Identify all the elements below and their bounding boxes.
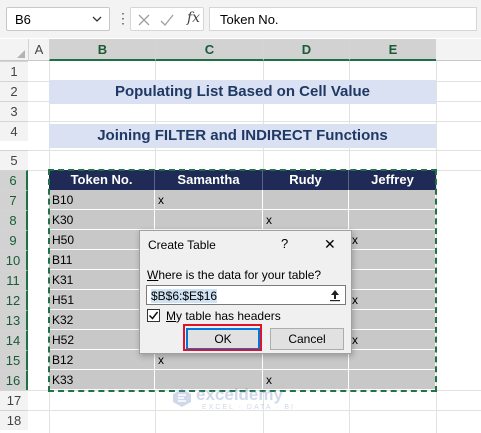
table-header-cell[interactable]: Rudy [263, 170, 349, 190]
row-header[interactable]: 10 [0, 250, 28, 270]
column-headers: A B C D E [0, 39, 481, 61]
help-button[interactable]: ? [281, 236, 288, 251]
name-box[interactable]: B6 [6, 7, 110, 31]
row-header[interactable]: 14 [0, 330, 28, 350]
cancel-button[interactable]: Cancel [270, 328, 344, 350]
headers-checkbox-label-text: y table has headers [176, 309, 281, 323]
table-header-row: Token No. Samantha Rudy Jeffrey [49, 170, 436, 190]
range-input[interactable]: $B$6:$E$16 [146, 285, 346, 305]
table-cell[interactable] [349, 250, 436, 270]
row-header[interactable]: 12 [0, 290, 28, 310]
more-options-icon[interactable]: ⋮ [116, 10, 130, 26]
table-cell[interactable]: K30 [49, 210, 155, 230]
ok-button[interactable]: OK [186, 328, 260, 350]
table-cell[interactable]: x [349, 290, 436, 310]
watermark-tagline: EXCEL · DATA · BI [202, 404, 295, 411]
row-header[interactable]: 15 [0, 350, 28, 370]
range-value: $B$6:$E$16 [151, 289, 218, 303]
column-header-c[interactable]: C [155, 39, 263, 61]
headers-checkbox-label[interactable]: My table has headers [166, 309, 281, 323]
enter-icon[interactable] [159, 11, 175, 29]
table-cell[interactable] [349, 370, 436, 390]
watermark: exceldemy EXCEL · DATA · BI [172, 384, 322, 414]
insert-function-icon[interactable]: fx [187, 10, 200, 26]
row-header[interactable]: 7 [0, 190, 28, 210]
row-header[interactable]: 5 [0, 150, 28, 170]
select-all-corner[interactable] [0, 39, 28, 61]
table-header-cell[interactable]: Samantha [155, 170, 263, 190]
subtitle-banner: Joining FILTER and INDIRECT Functions [49, 124, 436, 148]
column-header-a[interactable]: A [28, 39, 49, 61]
table-row[interactable]: K30 x [49, 210, 436, 230]
row-header[interactable]: 9 [0, 230, 28, 250]
table-cell[interactable] [349, 350, 436, 370]
table-cell[interactable]: K33 [49, 370, 155, 390]
table-cell[interactable] [155, 210, 263, 230]
row-header[interactable]: 13 [0, 310, 28, 330]
table-cell[interactable]: x [155, 190, 263, 210]
row-header[interactable]: 18 [0, 410, 28, 430]
table-header-cell[interactable]: Token No. [49, 170, 155, 190]
dialog-title: Create Table [148, 238, 216, 252]
collapse-dialog-icon[interactable] [326, 287, 344, 303]
row-header[interactable]: 11 [0, 270, 28, 290]
table-cell[interactable] [349, 210, 436, 230]
exceldemy-logo-icon [173, 389, 191, 407]
table-cell[interactable]: x [349, 230, 436, 250]
formula-input[interactable]: Token No. [209, 7, 477, 31]
table-cell[interactable]: x [263, 210, 349, 230]
table-cell[interactable] [349, 310, 436, 330]
row-header[interactable]: 17 [0, 390, 28, 410]
formula-bar: B6 ⋮ fx Token No. [0, 0, 481, 38]
formula-text: Token No. [220, 12, 279, 27]
column-header-d[interactable]: D [263, 39, 349, 61]
range-prompt-text: here is the data for your table? [158, 268, 322, 282]
row-header[interactable]: 6 [0, 170, 28, 190]
table-cell[interactable] [349, 190, 436, 210]
table-row[interactable]: B10 x [49, 190, 436, 210]
table-cell[interactable]: x [349, 330, 436, 350]
table-cell[interactable]: B10 [49, 190, 155, 210]
cancel-icon[interactable] [137, 11, 151, 29]
column-header-e[interactable]: E [349, 39, 436, 61]
row-header[interactable]: 16 [0, 370, 28, 390]
row-header[interactable]: 8 [0, 210, 28, 230]
watermark-name: exceldemy [196, 385, 283, 404]
range-prompt: Where is the data for your table? [147, 268, 322, 282]
row-header[interactable]: 2 [0, 81, 28, 101]
table-header-cell[interactable]: Jeffrey [349, 170, 436, 190]
formula-buttons: fx [130, 7, 204, 31]
table-cell[interactable] [263, 190, 349, 210]
create-table-dialog: Create Table ? ✕ Where is the data for y… [139, 230, 352, 354]
name-box-value: B6 [15, 12, 31, 27]
check-icon [148, 311, 159, 320]
row-header[interactable]: 1 [0, 61, 28, 81]
row-header[interactable]: 4 [0, 121, 28, 141]
chevron-down-icon[interactable] [91, 13, 103, 25]
table-cell[interactable] [349, 270, 436, 290]
title-banner: Populating List Based on Cell Value [49, 80, 436, 104]
headers-checkbox[interactable] [147, 309, 160, 322]
column-header-b[interactable]: B [49, 39, 155, 61]
row-header[interactable]: 3 [0, 101, 28, 121]
close-button[interactable]: ✕ [324, 236, 336, 253]
